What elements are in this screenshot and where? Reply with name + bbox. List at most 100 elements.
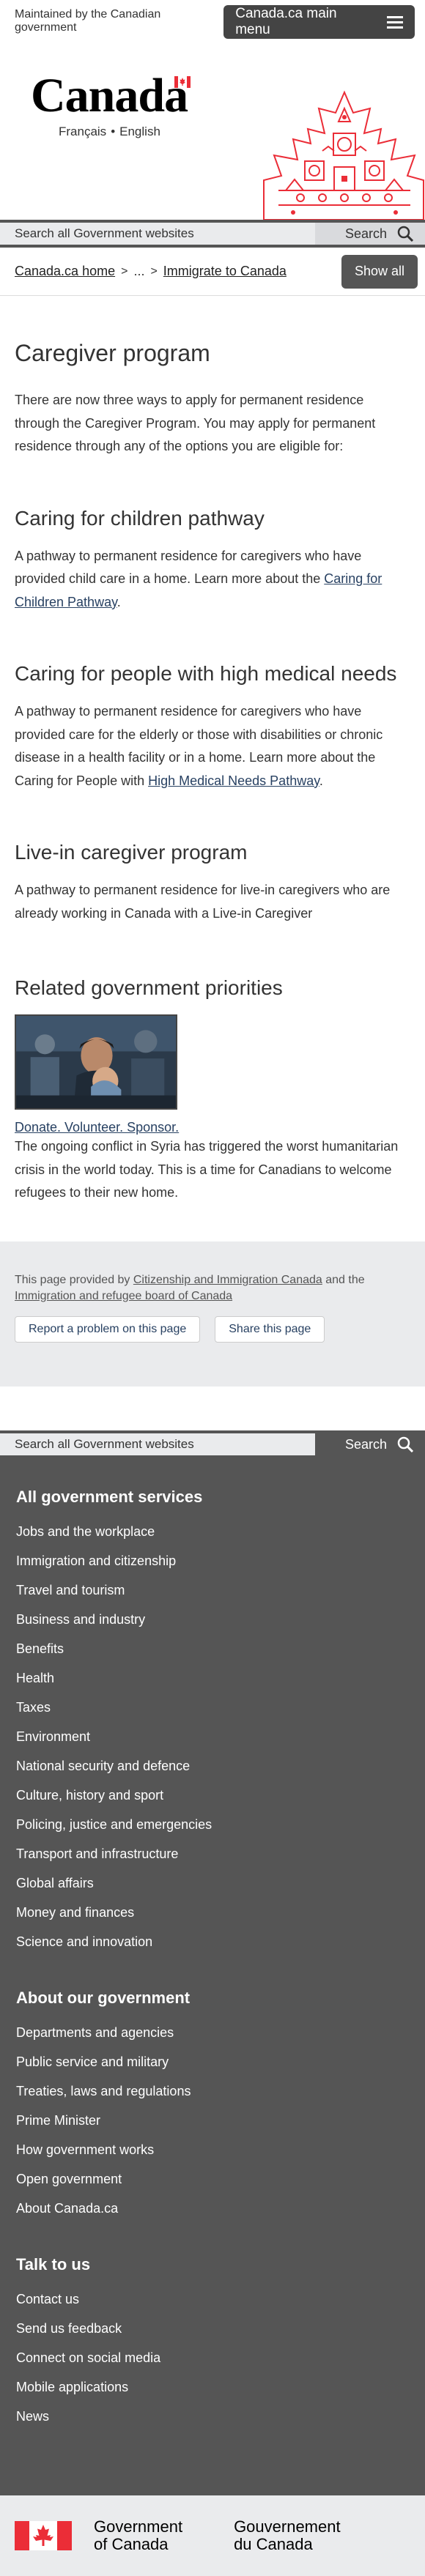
- page-details: This page provided by Citizenship and Im…: [0, 1241, 425, 1387]
- footer-link[interactable]: How government works: [16, 2142, 154, 2157]
- provided-by-prefix: This page provided by: [15, 1273, 133, 1286]
- lang-francais-link[interactable]: Français: [59, 125, 106, 138]
- footer-heading-talk: Talk to us: [16, 2255, 91, 2274]
- breadcrumb-home-link[interactable]: Canada.ca home: [15, 264, 115, 279]
- donate-volunteer-sponsor-link[interactable]: Donate. Volunteer. Sponsor.: [15, 1120, 179, 1135]
- search-button[interactable]: Search: [315, 223, 425, 245]
- footer-link[interactable]: Business and industry: [16, 1612, 145, 1627]
- high-medical-needs-link[interactable]: High Medical Needs Pathway: [148, 773, 319, 788]
- footer-link[interactable]: Send us feedback: [16, 2321, 122, 2336]
- section-text: A pathway to permanent residence for liv…: [15, 883, 391, 921]
- footer-link[interactable]: Mobile applications: [16, 2380, 128, 2394]
- footer-link-item: Culture, history and sport: [16, 1781, 409, 1810]
- footer-link[interactable]: Taxes: [16, 1700, 51, 1715]
- search-input[interactable]: Search all Government websites: [0, 223, 315, 245]
- footer-about-list: Departments and agencies Public service …: [16, 2018, 409, 2223]
- footer-link-item: How government works: [16, 2135, 409, 2164]
- refugee-family-photo[interactable]: [15, 1014, 177, 1110]
- breadcrumb-immigrate-link[interactable]: Immigrate to Canada: [163, 264, 287, 279]
- footer-link[interactable]: Treaties, laws and regulations: [16, 2084, 191, 2098]
- canada-flag-icon: [15, 2521, 72, 2551]
- cic-link[interactable]: Citizenship and Immigration Canada: [133, 1274, 322, 1286]
- lang-english-link[interactable]: English: [119, 125, 160, 138]
- share-page-button[interactable]: Share this page: [215, 1316, 325, 1343]
- footer-link-item: Money and finances: [16, 1898, 409, 1927]
- brand-header: Canada Français • English: [0, 42, 425, 220]
- footer-search-button[interactable]: Search: [315, 1433, 425, 1456]
- footer-link[interactable]: Policing, justice and emergencies: [16, 1817, 212, 1832]
- footer-search-input[interactable]: Search all Government websites: [0, 1433, 315, 1456]
- provided-by-middle: and the: [322, 1273, 365, 1286]
- footer-link[interactable]: Prime Minister: [16, 2113, 100, 2128]
- footer-services-list: Jobs and the workplace Immigration and c…: [16, 1517, 409, 1956]
- intro-paragraph: There are now three ways to apply for pe…: [15, 393, 376, 453]
- footer-link-item: Treaties, laws and regulations: [16, 2076, 409, 2106]
- site-footer: All government services Jobs and the wor…: [0, 1458, 425, 2496]
- maple-leaf-crown-illustration: [263, 90, 424, 220]
- footer-link-item: Send us feedback: [16, 2314, 409, 2343]
- footer-link-item: News: [16, 2402, 409, 2431]
- footer-link-item: Departments and agencies: [16, 2018, 409, 2047]
- footer-link[interactable]: Benefits: [16, 1641, 64, 1656]
- footer-link-item: Benefits: [16, 1634, 409, 1663]
- search-icon: [397, 1437, 413, 1453]
- breadcrumb-ellipsis[interactable]: ...: [133, 264, 144, 279]
- footer-link[interactable]: Science and innovation: [16, 1934, 152, 1949]
- breadcrumb-separator: >: [121, 264, 128, 278]
- lang-separator: •: [111, 125, 116, 138]
- footer-link[interactable]: Contact us: [16, 2292, 79, 2306]
- footer-link[interactable]: Connect on social media: [16, 2350, 160, 2365]
- footer-link-item: Travel and tourism: [16, 1575, 409, 1605]
- footer-link[interactable]: Environment: [16, 1729, 90, 1744]
- signature-line: du Canada: [234, 2535, 313, 2554]
- report-problem-button[interactable]: Report a problem on this page: [15, 1316, 201, 1343]
- section-text: A pathway to permanent residence for car…: [15, 545, 410, 615]
- signature-line: of Canada: [94, 2535, 169, 2554]
- footer-link[interactable]: Departments and agencies: [16, 2025, 174, 2040]
- breadcrumb: Canada.ca home > ... > Immigrate to Cana…: [0, 248, 425, 296]
- footer-link[interactable]: Open government: [16, 2172, 122, 2186]
- footer-link-item: About Canada.ca: [16, 2194, 409, 2223]
- footer-link[interactable]: Immigration and citizenship: [16, 1554, 176, 1568]
- maintained-by-text: Maintained by the Canadian government: [15, 8, 161, 34]
- section-caring-children: Caring for children pathway A pathway to…: [15, 507, 410, 615]
- footer-link[interactable]: Travel and tourism: [16, 1583, 125, 1597]
- footer-link-item: Open government: [16, 2164, 409, 2194]
- main-content: Caregiver program There are now three wa…: [0, 340, 425, 1205]
- footer-link[interactable]: Money and finances: [16, 1905, 134, 1920]
- footer-heading-services: All government services: [16, 1488, 203, 1507]
- footer-talk-list: Contact us Send us feedback Connect on s…: [16, 2284, 409, 2431]
- show-all-button[interactable]: Show all: [341, 254, 418, 289]
- footer-link[interactable]: Transport and infrastructure: [16, 1846, 178, 1861]
- footer-link-item: Business and industry: [16, 1605, 409, 1634]
- government-signature: Government of Canada Gouvernement du Can…: [0, 2495, 425, 2576]
- section-high-medical-needs: Caring for people with high medical need…: [15, 662, 410, 793]
- top-bar: Maintained by the Canadian government Ca…: [0, 0, 425, 42]
- footer-link[interactable]: Jobs and the workplace: [16, 1524, 155, 1539]
- footer-link[interactable]: National security and defence: [16, 1759, 190, 1773]
- section-text: A pathway to permanent residence for car…: [15, 700, 410, 793]
- footer-link-item: Taxes: [16, 1693, 409, 1722]
- section-period: .: [319, 773, 323, 788]
- search-button-label: Search: [344, 226, 387, 241]
- footer-link-item: Health: [16, 1663, 409, 1693]
- signature-english: Government of Canada: [94, 2517, 182, 2554]
- footer-link[interactable]: Global affairs: [16, 1876, 94, 1890]
- footer-link[interactable]: About Canada.ca: [16, 2201, 118, 2216]
- footer-search-bar: Search all Government websites Search: [0, 1430, 425, 1459]
- footer-link-item: Connect on social media: [16, 2343, 409, 2372]
- irb-link[interactable]: Immigration and refugee board of Canada: [15, 1290, 232, 1302]
- canada-wordmark[interactable]: Canada: [31, 72, 191, 120]
- main-menu-button[interactable]: Canada.ca main menu: [223, 5, 415, 39]
- footer-link[interactable]: Health: [16, 1671, 54, 1685]
- footer-link[interactable]: News: [16, 2409, 49, 2424]
- footer-link-item: Prime Minister: [16, 2106, 409, 2135]
- provided-by-text: This page provided by Citizenship and Im…: [15, 1272, 410, 1305]
- hamburger-icon: [387, 15, 403, 29]
- footer-heading-about: About our government: [16, 1989, 191, 2008]
- section-heading: Live-in caregiver program: [15, 841, 248, 864]
- footer-link-item: Science and innovation: [16, 1927, 409, 1956]
- signature-french: Gouvernement du Canada: [234, 2517, 341, 2554]
- footer-link[interactable]: Public service and military: [16, 2055, 169, 2069]
- footer-link[interactable]: Culture, history and sport: [16, 1788, 163, 1803]
